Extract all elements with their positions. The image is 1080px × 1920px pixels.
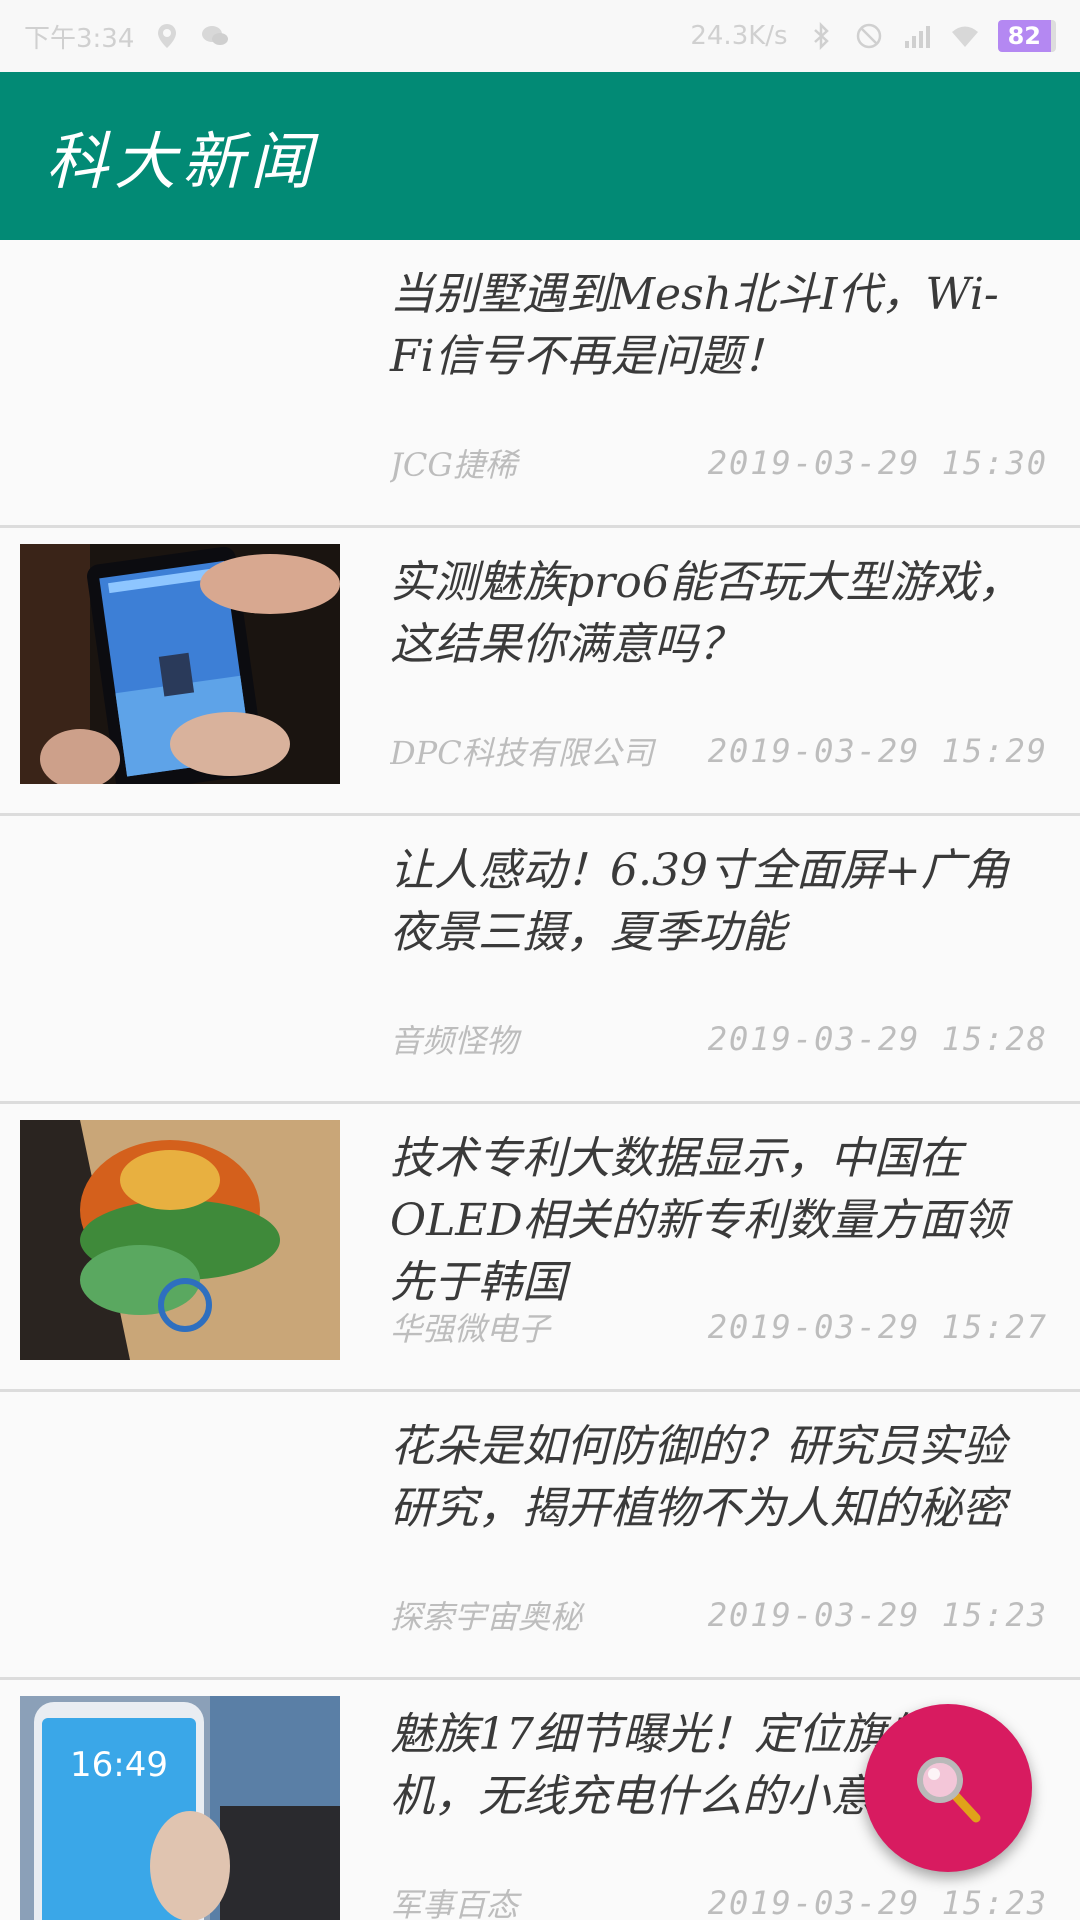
status-bar: 下午3:34 24.3K/s 82: [0, 0, 1080, 72]
news-item[interactable]: 实测魅族pro6能否玩大型游戏，这结果你满意吗？ DPC科技有限公司 2019-…: [0, 528, 1080, 816]
news-title: 技术专利大数据显示，中国在OLED相关的新专利数量方面领先于韩国: [390, 1133, 1007, 1308]
news-item[interactable]: 当别墅遇到Mesh北斗I代，Wi-Fi信号不再是问题！ JCG捷稀 2019-0…: [0, 240, 1080, 528]
news-thumbnail: [20, 544, 340, 784]
news-thumbnail: [20, 1120, 340, 1360]
bluetooth-icon: [813, 21, 829, 51]
wifi-icon: [951, 26, 978, 47]
app-title: 科大新闻: [46, 125, 319, 198]
news-source: 军事百态: [390, 1886, 519, 1920]
battery-indicator: 82: [997, 20, 1056, 52]
news-thumbnail: 16:49: [20, 1696, 340, 1920]
status-time: 下午3:34: [24, 23, 135, 54]
news-time: 2019-03-29 15:29: [707, 732, 1048, 770]
search-fab-button[interactable]: [864, 1704, 1032, 1872]
signal-icon: [904, 26, 930, 48]
svg-text:16:49: 16:49: [70, 1745, 168, 1785]
status-right: 24.3K/s 82: [690, 20, 1056, 52]
magnifier-icon: [917, 1757, 981, 1823]
news-item[interactable]: 让人感动！6.39寸全面屏+广角夜景三摄，夏季功能 音频怪物 2019-03-2…: [0, 816, 1080, 1104]
news-title: 让人感动！6.39寸全面屏+广角夜景三摄，夏季功能: [390, 845, 1009, 958]
news-source: 华强微电子: [390, 1310, 551, 1348]
status-left: 下午3:34: [24, 18, 230, 55]
news-source: DPC科技有限公司: [390, 734, 654, 772]
news-source: 音频怪物: [390, 1022, 519, 1060]
news-title: 当别墅遇到Mesh北斗I代，Wi-Fi信号不再是问题！: [390, 269, 999, 382]
news-time: 2019-03-29 15:23: [707, 1884, 1048, 1920]
news-time: 2019-03-29 15:28: [707, 1020, 1048, 1058]
news-title: 花朵是如何防御的？研究员实验研究，揭开植物不为人知的秘密: [390, 1421, 1006, 1534]
news-item[interactable]: 花朵是如何防御的？研究员实验研究，揭开植物不为人知的秘密 探索宇宙奥秘 2019…: [0, 1392, 1080, 1680]
app-bar: 科大新闻: [0, 72, 1080, 240]
news-list[interactable]: 当别墅遇到Mesh北斗I代，Wi-Fi信号不再是问题！ JCG捷稀 2019-0…: [0, 240, 1080, 1920]
news-time: 2019-03-29 15:27: [707, 1308, 1048, 1346]
news-time: 2019-03-29 15:30: [707, 444, 1048, 482]
news-title: 实测魅族pro6能否玩大型游戏，这结果你满意吗？: [390, 557, 1022, 670]
news-source: JCG捷稀: [390, 446, 517, 484]
do-not-disturb-icon: [856, 23, 881, 49]
news-item[interactable]: 技术专利大数据显示，中国在OLED相关的新专利数量方面领先于韩国 华强微电子 2…: [0, 1104, 1080, 1392]
news-time: 2019-03-29 15:23: [707, 1596, 1048, 1634]
oled-panel-image: [20, 1120, 340, 1360]
network-speed: 24.3K/s: [690, 21, 788, 51]
phone-hand-image: 16:49: [20, 1696, 340, 1920]
game-phone-image: [20, 544, 340, 784]
wechat-icon: [202, 26, 229, 45]
news-source: 探索宇宙奥秘: [390, 1598, 583, 1636]
location-icon: [158, 24, 177, 48]
